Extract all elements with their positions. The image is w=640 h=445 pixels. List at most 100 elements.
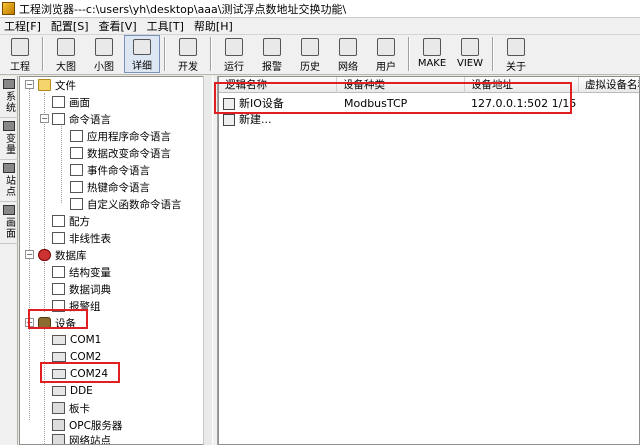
network-station-icon bbox=[52, 434, 65, 444]
expander-database[interactable]: − bbox=[25, 250, 34, 259]
small-icons-label: 小图 bbox=[94, 62, 114, 73]
tree-item-recipe[interactable]: 配方 bbox=[52, 213, 90, 229]
tree-label: 板卡 bbox=[69, 402, 90, 415]
opc-icon bbox=[52, 419, 65, 431]
menu-help[interactable]: 帮助[H] bbox=[194, 18, 233, 34]
about-button[interactable]: 关于 bbox=[498, 35, 534, 73]
tree-label: 事件命令语言 bbox=[87, 164, 150, 177]
tree-scrollbar[interactable] bbox=[203, 76, 212, 445]
run-button[interactable]: 运行 bbox=[216, 35, 252, 73]
tree-item-screen[interactable]: 画面 bbox=[52, 94, 90, 110]
network-label: 网络 bbox=[338, 62, 358, 73]
expander-file[interactable]: − bbox=[25, 80, 34, 89]
details-button[interactable]: 详细 bbox=[124, 35, 160, 73]
large-icons-button[interactable]: 大图 bbox=[48, 35, 84, 73]
menu-tools[interactable]: 工具[T] bbox=[147, 18, 184, 34]
project-button[interactable]: 工程 bbox=[2, 35, 38, 73]
highlight-box bbox=[28, 309, 88, 329]
tree-label: COM1 bbox=[70, 334, 102, 346]
tree-label: 自定义函数命令语言 bbox=[87, 198, 182, 211]
variables-icon bbox=[3, 121, 15, 131]
tab-screens[interactable]: 画面 bbox=[0, 202, 18, 244]
tree-label: 数据词典 bbox=[69, 283, 111, 296]
toolbar-separator bbox=[164, 37, 166, 71]
tree-label: 非线性表 bbox=[69, 232, 111, 245]
alarm-label: 报警 bbox=[262, 62, 282, 73]
tree-item-struct-var[interactable]: 结构变量 bbox=[52, 264, 111, 280]
device-list: 逻辑名称 设备种类 设备地址 虚拟设备名称 新IO设备 ModbusTCP 12… bbox=[218, 76, 640, 445]
tree-label: 结构变量 bbox=[69, 266, 111, 279]
about-icon bbox=[507, 38, 525, 56]
menu-project[interactable]: 工程[F] bbox=[4, 18, 41, 34]
run-label: 运行 bbox=[224, 62, 244, 73]
tab-system[interactable]: 系统 bbox=[0, 76, 18, 118]
tab-variables-label: 变量 bbox=[3, 133, 15, 155]
side-tab-bar: 系统 变量 站点 画面 bbox=[0, 76, 18, 445]
tree-item-file[interactable]: 文件 bbox=[38, 77, 76, 93]
window-title: 工程浏览器---c:\users\yh\desktop\aaa\测试浮点数地址交… bbox=[19, 2, 347, 16]
column-virtual-device[interactable]: 虚拟设备名称 bbox=[579, 77, 639, 93]
struct-icon bbox=[52, 266, 65, 278]
tree-item-hotkey-cmd[interactable]: 热键命令语言 bbox=[70, 179, 150, 195]
details-label: 详细 bbox=[132, 61, 152, 72]
tree-label: OPC服务器 bbox=[69, 419, 123, 432]
tree-item-data-change-cmd[interactable]: 数据改变命令语言 bbox=[70, 145, 171, 161]
dde-icon bbox=[52, 386, 66, 396]
screen-icon bbox=[52, 96, 65, 108]
network-button[interactable]: 网络 bbox=[330, 35, 366, 73]
history-button[interactable]: 历史 bbox=[292, 35, 328, 73]
tree-item-board[interactable]: 板卡 bbox=[52, 400, 90, 416]
alarm-button[interactable]: 报警 bbox=[254, 35, 290, 73]
cell-logical-name: 新建... bbox=[239, 113, 272, 126]
small-icons-button[interactable]: 小图 bbox=[86, 35, 122, 73]
recipe-icon bbox=[52, 215, 65, 227]
run-icon bbox=[225, 38, 243, 56]
script-icon bbox=[70, 147, 83, 159]
tree-item-net-station[interactable]: 网络站点 bbox=[52, 432, 111, 444]
make-button[interactable]: MAKE bbox=[414, 35, 450, 73]
history-label: 历史 bbox=[300, 62, 320, 73]
view-button[interactable]: VIEW bbox=[452, 35, 488, 73]
stations-icon bbox=[3, 163, 15, 173]
menu-view[interactable]: 查看[V] bbox=[99, 18, 137, 34]
menu-config[interactable]: 配置[S] bbox=[51, 18, 89, 34]
toolbar-separator bbox=[42, 37, 44, 71]
tree-item-event-cmd[interactable]: 事件命令语言 bbox=[70, 162, 150, 178]
toolbar: 工程 大图 小图 详细 开发 运行 报警 历史 网络 用户 MAKE VIEW … bbox=[0, 35, 640, 75]
tree-label: 数据改变命令语言 bbox=[87, 147, 171, 160]
table-row[interactable]: 新建... bbox=[219, 112, 639, 128]
tab-variables[interactable]: 变量 bbox=[0, 118, 18, 160]
expander-command-lang[interactable]: − bbox=[40, 114, 49, 123]
tree-item-com1[interactable]: COM1 bbox=[52, 332, 101, 348]
tree-item-nonlinear[interactable]: 非线性表 bbox=[52, 230, 111, 246]
tree-item-command-lang[interactable]: 命令语言 bbox=[52, 111, 111, 127]
system-icon bbox=[3, 79, 15, 89]
make-icon bbox=[423, 38, 441, 56]
develop-button[interactable]: 开发 bbox=[170, 35, 206, 73]
tree-item-app-cmd[interactable]: 应用程序命令语言 bbox=[70, 128, 171, 144]
highlight-box bbox=[40, 362, 120, 383]
tab-stations[interactable]: 站点 bbox=[0, 160, 18, 202]
tree-item-data-dict[interactable]: 数据词典 bbox=[52, 281, 111, 297]
tree-item-custom-func-cmd[interactable]: 自定义函数命令语言 bbox=[70, 196, 182, 212]
highlight-box bbox=[214, 82, 572, 114]
view-icon bbox=[461, 38, 479, 56]
project-icon bbox=[11, 38, 29, 56]
database-icon bbox=[38, 249, 51, 261]
tree-item-database[interactable]: 数据库 bbox=[38, 247, 87, 263]
project-tree: − 文件 画面 − 命令语言 应用程序命令语言 数据改变命令语言 事件命令语言 … bbox=[19, 76, 204, 445]
tree-line bbox=[44, 262, 45, 312]
toolbar-separator bbox=[210, 37, 212, 71]
about-label: 关于 bbox=[506, 62, 526, 73]
tree-label: 热键命令语言 bbox=[87, 181, 150, 194]
develop-label: 开发 bbox=[178, 62, 198, 73]
tree-item-opc[interactable]: OPC服务器 bbox=[52, 417, 122, 433]
tree-item-dde[interactable]: DDE bbox=[52, 383, 93, 399]
script-icon bbox=[70, 181, 83, 193]
tree-label: 命令语言 bbox=[69, 113, 111, 126]
user-button[interactable]: 用户 bbox=[368, 35, 404, 73]
tab-stations-label: 站点 bbox=[3, 175, 15, 197]
tree-line bbox=[44, 329, 45, 444]
new-item-icon bbox=[223, 114, 235, 126]
details-icon bbox=[133, 39, 151, 55]
